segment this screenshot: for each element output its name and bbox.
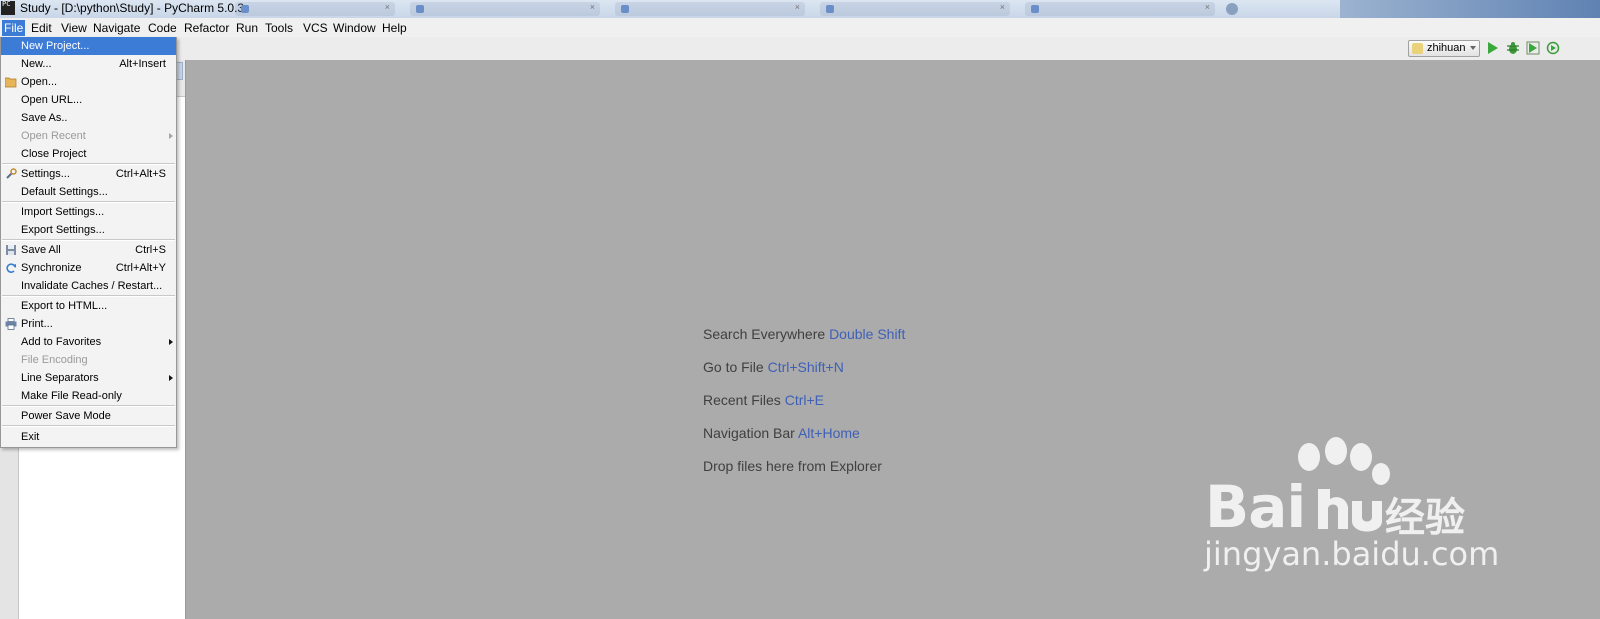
new-tab-icon <box>1226 3 1238 15</box>
paw-toe-icon <box>1298 443 1320 471</box>
menu-separator <box>2 425 175 427</box>
menu-window[interactable]: Window <box>331 20 378 36</box>
menu-vcs[interactable]: VCS <box>301 20 330 36</box>
menu-export-to-html[interactable]: Export to HTML... <box>1 297 176 315</box>
menu-code[interactable]: Code <box>146 20 179 36</box>
hint-drop-files: Drop files here from Explorer <box>703 458 882 474</box>
menu-save-as[interactable]: Save As.. <box>1 109 176 127</box>
menu-open-url[interactable]: Open URL... <box>1 91 176 109</box>
run-configuration-select[interactable]: zhihuan <box>1408 40 1480 57</box>
menu-close-project[interactable]: Close Project <box>1 145 176 163</box>
debug-icon[interactable] <box>1506 41 1520 55</box>
sync-icon <box>6 263 16 273</box>
menu-save-all[interactable]: Save All Ctrl+S <box>1 241 176 259</box>
title-bar: PC Study - [D:\python\Study] - PyCharm 5… <box>0 0 1600 19</box>
file-menu-dropdown: New Project... New... Alt+Insert Open...… <box>0 37 177 448</box>
menu-view[interactable]: View <box>59 20 89 36</box>
menu-export-settings[interactable]: Export Settings... <box>1 221 176 239</box>
menu-run[interactable]: Run <box>234 20 260 36</box>
menu-tools[interactable]: Tools <box>263 20 295 36</box>
profile-icon[interactable] <box>1546 41 1560 55</box>
submenu-arrow-icon <box>169 375 173 381</box>
save-icon <box>6 245 16 255</box>
menu-settings[interactable]: Settings... Ctrl+Alt+S <box>1 165 176 183</box>
printer-icon <box>5 318 17 330</box>
watermark-brand: Bai <box>1205 473 1306 541</box>
menu-synchronize[interactable]: Synchronize Ctrl+Alt+Y <box>1 259 176 277</box>
menu-file-encoding[interactable]: File Encoding <box>1 351 176 369</box>
run-configuration-label: zhihuan <box>1427 42 1466 54</box>
menu-open-recent[interactable]: Open Recent <box>1 127 176 145</box>
wrench-icon <box>6 168 17 179</box>
hint-search-everywhere: Search Everywhere Double Shift <box>703 326 906 342</box>
paw-toe-icon <box>1350 443 1372 471</box>
menu-make-read-only[interactable]: Make File Read-only <box>1 387 176 405</box>
run-icon[interactable] <box>1486 41 1500 55</box>
title-bar-right <box>1340 0 1600 18</box>
hint-recent-files: Recent Files Ctrl+E <box>703 392 824 408</box>
menu-add-to-favorites[interactable]: Add to Favorites <box>1 333 176 351</box>
hint-go-to-file: Go to File Ctrl+Shift+N <box>703 359 844 375</box>
folder-icon <box>5 77 17 88</box>
menu-new[interactable]: New... Alt+Insert <box>1 55 176 73</box>
menu-print[interactable]: Print... <box>1 315 176 333</box>
menu-default-settings[interactable]: Default Settings... <box>1 183 176 201</box>
chevron-down-icon <box>1470 46 1476 50</box>
menu-edit[interactable]: Edit <box>29 20 54 36</box>
run-with-coverage-icon[interactable] <box>1526 41 1540 55</box>
menu-power-save-mode[interactable]: Power Save Mode <box>1 407 176 425</box>
paw-toe-icon <box>1325 437 1347 465</box>
baidu-jingyan-watermark: Bai 经验 jingyan.baidu.com <box>1200 435 1500 585</box>
watermark-url: jingyan.baidu.com <box>1204 535 1500 573</box>
menu-open[interactable]: Open... <box>1 73 176 91</box>
menu-file[interactable]: File <box>2 20 26 36</box>
menu-new-project[interactable]: New Project... <box>1 37 176 55</box>
menu-navigate[interactable]: Navigate <box>91 20 142 36</box>
hint-navigation-bar: Navigation Bar Alt+Home <box>703 425 860 441</box>
menu-help[interactable]: Help <box>380 20 409 36</box>
paw-toe-icon <box>1372 463 1390 485</box>
paw-du-logo-icon <box>1318 489 1382 532</box>
menu-line-separators[interactable]: Line Separators <box>1 369 176 387</box>
menu-import-settings[interactable]: Import Settings... <box>1 203 176 221</box>
main-toolbar: zhihuan <box>0 37 1600 61</box>
menu-exit[interactable]: Exit <box>1 428 176 446</box>
pycharm-app-icon: PC <box>1 1 15 15</box>
submenu-arrow-icon <box>169 133 173 139</box>
menu-invalidate-caches[interactable]: Invalidate Caches / Restart... <box>1 277 176 295</box>
menu-refactor[interactable]: Refactor <box>182 20 231 36</box>
window-title: Study - [D:\python\Study] - PyCharm 5.0.… <box>20 1 245 15</box>
submenu-arrow-icon <box>169 339 173 345</box>
menu-bar: File Edit View Navigate Code Refactor Ru… <box>0 18 1600 37</box>
python-config-icon <box>1412 43 1423 54</box>
